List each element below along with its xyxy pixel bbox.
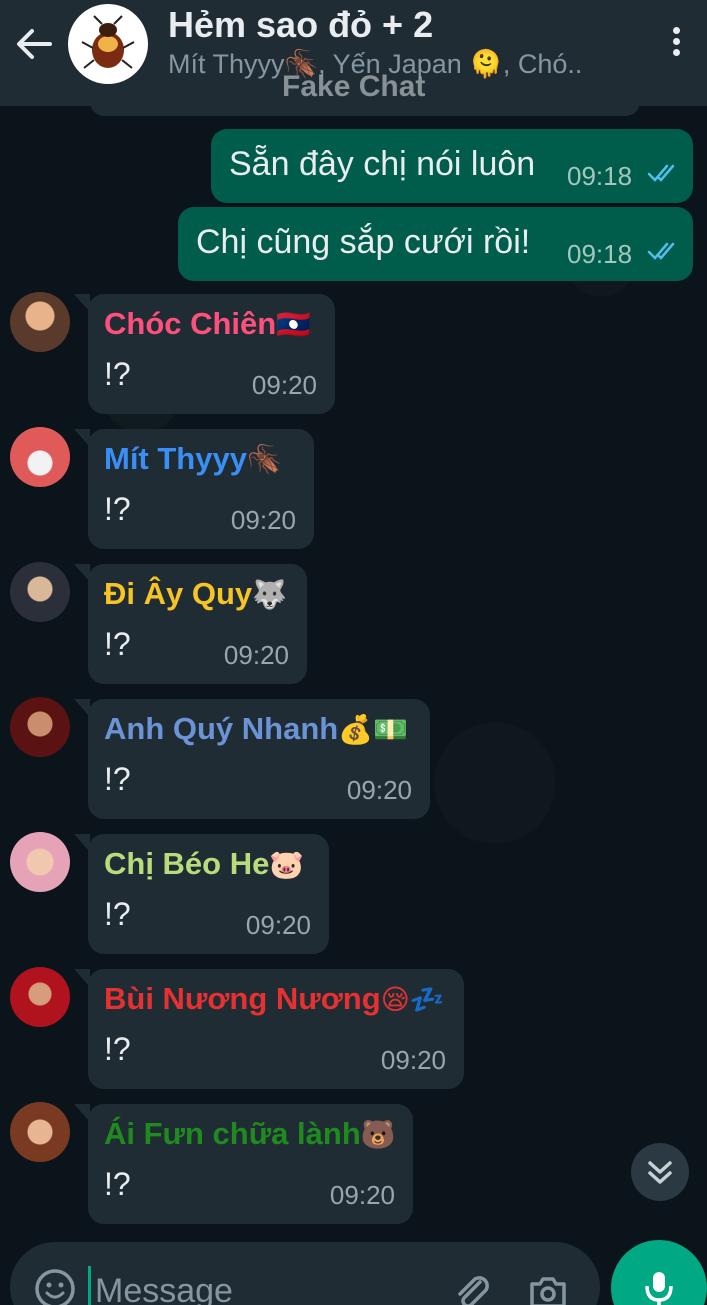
sender-name: Mít Thyyy🪳 xyxy=(104,441,282,476)
message-time: 09:20 xyxy=(329,1180,395,1210)
message-text: !? xyxy=(104,761,131,797)
emoji-button[interactable] xyxy=(34,1268,76,1305)
microphone-icon xyxy=(645,1272,673,1305)
sender-emoji: 🐷 xyxy=(269,849,305,880)
sender-name: Bùi Nương Nương😪💤 xyxy=(104,981,445,1016)
message-text: Chị cũng sắp cưới rồi! xyxy=(196,223,531,261)
message-time: 09:18 xyxy=(567,161,633,191)
kebab-menu-icon xyxy=(660,27,692,56)
outgoing-message[interactable]: Chị cũng sắp cưới rồi! 09:18 xyxy=(178,207,693,281)
message-text: !? xyxy=(104,896,131,932)
chevrons-down-icon xyxy=(648,1161,672,1184)
bug-icon xyxy=(81,15,135,69)
sender-name: Đi Ây Quy🐺 xyxy=(104,576,288,611)
attach-button[interactable] xyxy=(450,1270,494,1305)
sender-avatar[interactable] xyxy=(10,967,70,1027)
back-button[interactable] xyxy=(14,26,54,62)
message-text: !? xyxy=(104,1031,131,1067)
compose-bar xyxy=(10,1242,600,1305)
message-time: 09:18 xyxy=(567,239,633,269)
sender-avatar[interactable] xyxy=(10,1102,70,1162)
message-time: 09:20 xyxy=(230,505,296,535)
sender-name: Anh Quý Nhanh💰💵 xyxy=(104,711,408,746)
sender-name: Chị Béo He🐷 xyxy=(104,846,305,881)
back-arrow-icon xyxy=(17,29,52,59)
incoming-message[interactable]: Mít Thyyy🪳 !? 09:20 xyxy=(74,429,314,549)
incoming-message[interactable]: Bùi Nương Nương😪💤 !? 09:20 xyxy=(74,969,464,1089)
sender-name: Ái Fưn chữa lành🐻 xyxy=(104,1116,396,1151)
sender-avatar[interactable] xyxy=(10,697,70,757)
sender-emoji: 🪳 xyxy=(246,444,282,475)
message-time: 09:20 xyxy=(245,910,311,940)
sender-emoji: 😪💤 xyxy=(380,984,445,1015)
sender-emoji: 🐻 xyxy=(360,1119,396,1150)
sender-emoji: 🐺 xyxy=(252,579,288,610)
group-avatar[interactable] xyxy=(68,4,148,84)
sender-emoji: 💰💵 xyxy=(338,714,408,745)
message-text: !? xyxy=(104,356,131,392)
sender-emoji: 🇱🇦 xyxy=(276,309,312,340)
message-text: Sẵn đây chị nói luôn xyxy=(229,145,536,183)
outgoing-message[interactable]: Sẵn đây chị nói luôn 09:18 xyxy=(211,129,693,203)
incoming-message[interactable]: Chóc Chiên🇱🇦 !? 09:20 xyxy=(74,294,335,414)
message-text: !? xyxy=(104,626,131,662)
incoming-message[interactable]: Đi Ây Quy🐺 !? 09:20 xyxy=(74,564,307,684)
message-input[interactable] xyxy=(88,1266,418,1305)
paperclip-icon xyxy=(458,1276,489,1305)
watermark: Fake Chat xyxy=(282,70,426,103)
group-title[interactable]: Hẻm sao đỏ + 2 xyxy=(168,4,433,46)
sender-avatar[interactable] xyxy=(10,292,70,352)
message-time: 09:20 xyxy=(380,1045,446,1075)
voice-record-button[interactable] xyxy=(611,1240,707,1305)
message-time: 09:20 xyxy=(223,640,289,670)
double-tick-icon xyxy=(647,242,675,260)
incoming-message[interactable]: Chị Béo He🐷 !? 09:20 xyxy=(74,834,329,954)
sender-avatar[interactable] xyxy=(10,562,70,622)
emoji-icon xyxy=(35,1269,75,1305)
double-tick-icon xyxy=(647,164,675,182)
sender-avatar[interactable] xyxy=(10,832,70,892)
sender-avatar[interactable] xyxy=(10,427,70,487)
message-text: !? xyxy=(104,491,131,527)
scroll-to-bottom-button[interactable] xyxy=(631,1143,689,1201)
message-text: !? xyxy=(104,1166,131,1202)
sender-name: Chóc Chiên🇱🇦 xyxy=(104,306,312,341)
message-time: 09:20 xyxy=(251,370,317,400)
message-time: 09:20 xyxy=(346,775,412,805)
incoming-message[interactable]: Anh Quý Nhanh💰💵 !? 09:20 xyxy=(74,699,430,819)
incoming-message[interactable]: Ái Fưn chữa lành🐻 !? 09:20 xyxy=(74,1104,413,1224)
camera-button[interactable] xyxy=(526,1270,570,1305)
menu-button[interactable] xyxy=(660,24,692,64)
camera-icon xyxy=(530,1277,566,1305)
